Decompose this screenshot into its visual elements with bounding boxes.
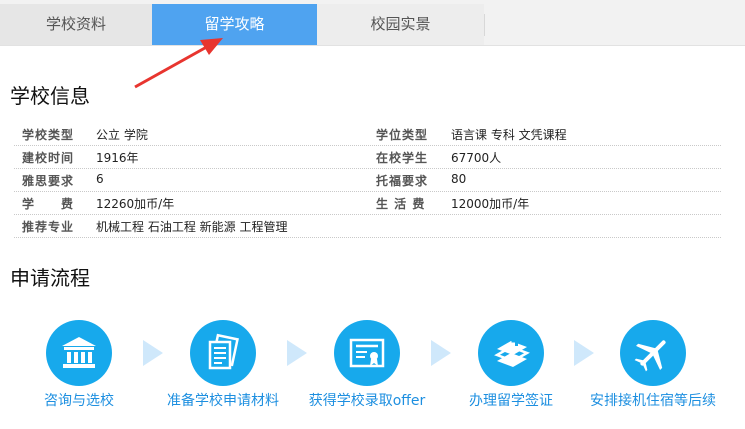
step-label: 准备学校申请材料 — [167, 393, 279, 409]
info-label: 建校时间 — [22, 151, 75, 165]
step-arrow-icon — [287, 340, 307, 366]
info-value: 12260加币/年 — [96, 197, 175, 211]
process-title: 申请流程 — [10, 266, 90, 290]
info-label: 托福要求 — [376, 174, 429, 188]
documents-icon — [208, 333, 239, 370]
tab-school-profile[interactable]: 学校资料 — [0, 4, 152, 45]
info-value: 机械工程 石油工程 新能源 工程管理 — [96, 220, 288, 234]
info-value: 80 — [451, 172, 467, 186]
info-label: 学 费 — [22, 197, 75, 211]
step-prepare-materials[interactable] — [190, 320, 256, 386]
info-label: 推荐专业 — [22, 220, 75, 234]
info-row: 雅思要求 6 托福要求 80 — [14, 168, 721, 192]
step-get-offer[interactable] — [334, 320, 400, 386]
step-label: 办理留学签证 — [469, 393, 553, 409]
info-value: 67700人 — [451, 151, 502, 165]
tab-study-guide[interactable]: 留学攻略 — [152, 4, 317, 45]
airplane-icon — [634, 340, 666, 372]
step-consult[interactable] — [46, 320, 112, 386]
info-value: 6 — [96, 172, 104, 186]
books-icon — [494, 336, 530, 367]
school-info-title: 学校信息 — [10, 84, 90, 108]
info-value: 1916年 — [96, 151, 139, 165]
step-pickup-accommodation[interactable] — [620, 320, 686, 386]
info-value: 12000加币/年 — [451, 197, 530, 211]
info-label: 学校类型 — [22, 128, 75, 142]
info-row: 学 费 12260加币/年 生 活 费 12000加币/年 — [14, 191, 721, 215]
tab-campus-photos[interactable]: 校园实景 — [317, 4, 484, 45]
tab-divider — [484, 14, 485, 36]
step-arrow-icon — [143, 340, 163, 366]
step-visa[interactable] — [478, 320, 544, 386]
info-label: 学位类型 — [376, 128, 429, 142]
info-label: 在校学生 — [376, 151, 429, 165]
step-label: 获得学校录取offer — [308, 393, 426, 409]
step-arrow-icon — [574, 340, 594, 366]
institution-icon — [62, 337, 96, 368]
info-value: 公立 学院 — [96, 128, 148, 142]
info-row: 建校时间 1916年 在校学生 67700人 — [14, 145, 721, 169]
info-row: 推荐专业 机械工程 石油工程 新能源 工程管理 — [14, 214, 721, 238]
step-label: 安排接机住宿等后续 — [590, 393, 716, 409]
step-arrow-icon — [431, 340, 451, 366]
certificate-icon — [349, 338, 385, 368]
tab-bar: 学校资料 留学攻略 校园实景 — [0, 0, 745, 46]
info-label: 生 活 费 — [376, 197, 426, 211]
info-label: 雅思要求 — [22, 174, 75, 188]
step-label: 咨询与选校 — [44, 393, 114, 409]
info-value: 语言课 专科 文凭课程 — [451, 128, 567, 142]
info-row: 学校类型 公立 学院 学位类型 语言课 专科 文凭课程 — [14, 122, 721, 146]
